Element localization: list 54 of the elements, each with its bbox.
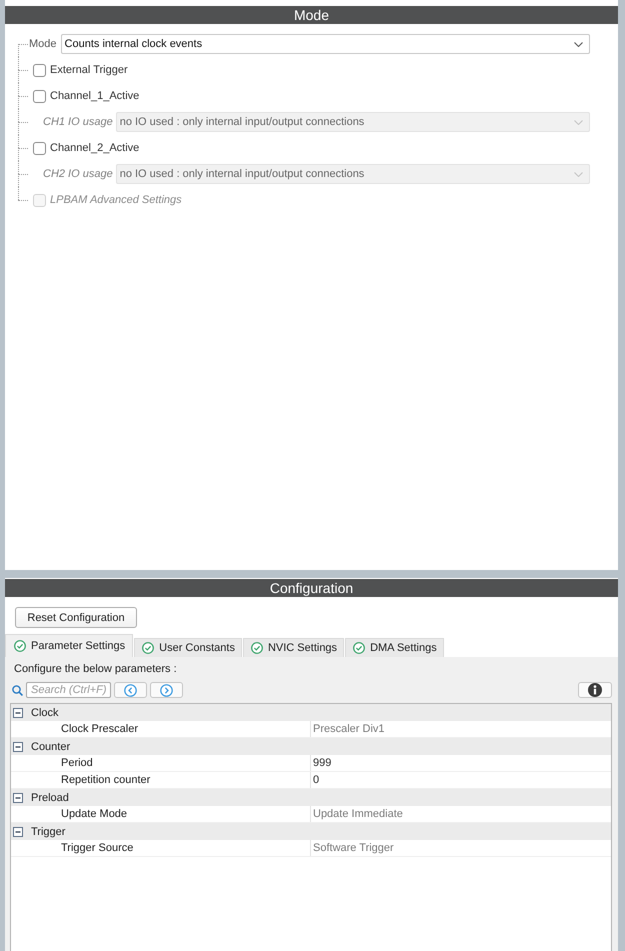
parameter-name: Trigger Source — [61, 842, 134, 854]
tab[interactable]: DMA Settings — [345, 638, 444, 657]
field-label: CH2 IO usage — [43, 168, 113, 180]
group-label: Clock — [31, 706, 59, 718]
checkbox-label: LPBAM Advanced Settings — [50, 194, 182, 206]
checkbox[interactable] — [33, 142, 46, 154]
instruction-text: Configure the below parameters : — [14, 662, 177, 677]
minus-box-icon[interactable] — [13, 742, 23, 752]
checkbox-label[interactable]: Channel_1_Active — [50, 90, 140, 102]
parameter-name: Clock Prescaler — [61, 723, 138, 735]
previous-button[interactable] — [114, 682, 147, 698]
check-circle-icon — [353, 642, 366, 654]
mode-dropdown[interactable]: Counts internal clock events — [60, 34, 590, 54]
parameter-name: Repetition counter — [61, 774, 150, 786]
search-field[interactable]: Search (Ctrl+F) — [26, 682, 111, 698]
circle-chevron-right-icon — [160, 684, 173, 696]
check-circle-icon — [14, 640, 26, 652]
parameter-value[interactable]: Update Immediate — [313, 808, 403, 820]
panel-title: Configuration — [5, 579, 618, 597]
field-label: Mode — [29, 38, 57, 50]
checkbox-label[interactable]: External Trigger — [50, 64, 128, 76]
chevron-down-icon — [574, 120, 583, 124]
group-label: Trigger — [31, 826, 66, 838]
tab[interactable]: NVIC Settings — [242, 638, 344, 657]
usage-dropdown: no IO used : only internal input/output connections — [116, 112, 590, 132]
minus-box-icon[interactable] — [13, 792, 23, 802]
circle-chevron-left-icon — [124, 684, 137, 696]
checkbox-label[interactable]: Channel_2_Active — [50, 142, 140, 154]
panel-title: Mode — [5, 6, 618, 24]
info-icon — [588, 683, 602, 697]
chevron-down-icon — [574, 172, 583, 176]
group-label: Preload — [31, 792, 69, 804]
parameter-value[interactable]: 0 — [313, 774, 320, 786]
minus-box-icon[interactable] — [13, 708, 23, 718]
checkbox[interactable] — [33, 90, 46, 102]
group-label: Counter — [31, 740, 70, 752]
minus-box-icon[interactable] — [13, 826, 23, 836]
reset-button[interactable]: Reset Configuration — [15, 607, 137, 628]
parameter-name: Update Mode — [61, 808, 128, 820]
search-icon — [12, 684, 23, 696]
tab[interactable]: Parameter Settings — [5, 634, 134, 657]
checkbox[interactable] — [33, 64, 46, 76]
info-button[interactable] — [578, 682, 612, 698]
parameter-value[interactable]: Software Trigger — [313, 842, 394, 854]
next-button[interactable] — [150, 682, 183, 698]
parameter-value[interactable]: Prescaler Div1 — [313, 723, 385, 735]
parameter-name: Period — [61, 757, 93, 769]
usage-dropdown: no IO used : only internal input/output connections — [116, 164, 590, 184]
field-label: CH1 IO usage — [43, 116, 113, 128]
check-circle-icon — [250, 642, 263, 654]
parameter-value[interactable]: 999 — [313, 757, 332, 769]
check-circle-icon — [142, 642, 154, 654]
tab[interactable]: User Constants — [134, 638, 242, 657]
chevron-down-icon — [574, 42, 583, 46]
